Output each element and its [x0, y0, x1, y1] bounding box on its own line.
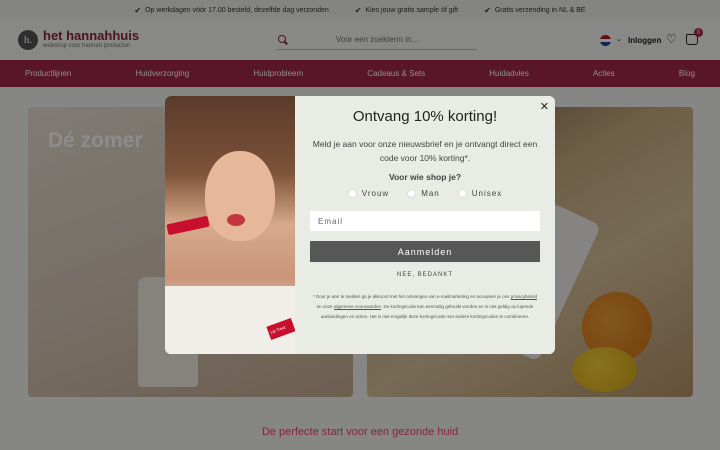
popup-text: Meld je aan voor onze nieuwsbrief en je …	[312, 139, 538, 163]
radio-button[interactable]	[457, 189, 467, 198]
model-face	[205, 151, 275, 241]
privacy-link[interactable]: privacybeleid	[511, 294, 537, 299]
popup-title: Ontvang 10% korting!	[352, 108, 498, 125]
lipstick-image	[166, 215, 210, 236]
radio-button[interactable]	[347, 189, 357, 198]
gender-question: Voor wie shop je?	[388, 172, 462, 182]
close-icon[interactable]: ✕	[540, 100, 549, 113]
radio-unisex[interactable]: Unisex	[457, 189, 502, 198]
subscribe-button[interactable]: Aanmelden	[310, 241, 540, 262]
newsletter-popup: Lip Treat ✕ Ontvang 10% korting! Meld je…	[165, 96, 555, 354]
radio-man[interactable]: Man	[407, 189, 440, 198]
terms-link[interactable]: algemene voorwaarden	[334, 304, 381, 309]
model-lips	[227, 214, 245, 226]
model-shirt	[165, 286, 295, 354]
model-photo: Lip Treat	[165, 96, 296, 354]
radio-vrouw[interactable]: Vrouw	[347, 189, 389, 198]
gender-options: Vrouw Man Unisex	[310, 189, 540, 198]
email-field[interactable]	[310, 211, 540, 231]
fine-print: * Door je aan te melden ga je akkoord me…	[313, 294, 537, 319]
popup-body: ✕ Ontvang 10% korting! Meld je aan voor …	[295, 96, 555, 354]
radio-button[interactable]	[407, 189, 417, 198]
decline-link[interactable]: NEE, BEDANKT	[310, 272, 540, 278]
section-heading: De perfecte start voor een gezonde huid	[261, 426, 459, 438]
